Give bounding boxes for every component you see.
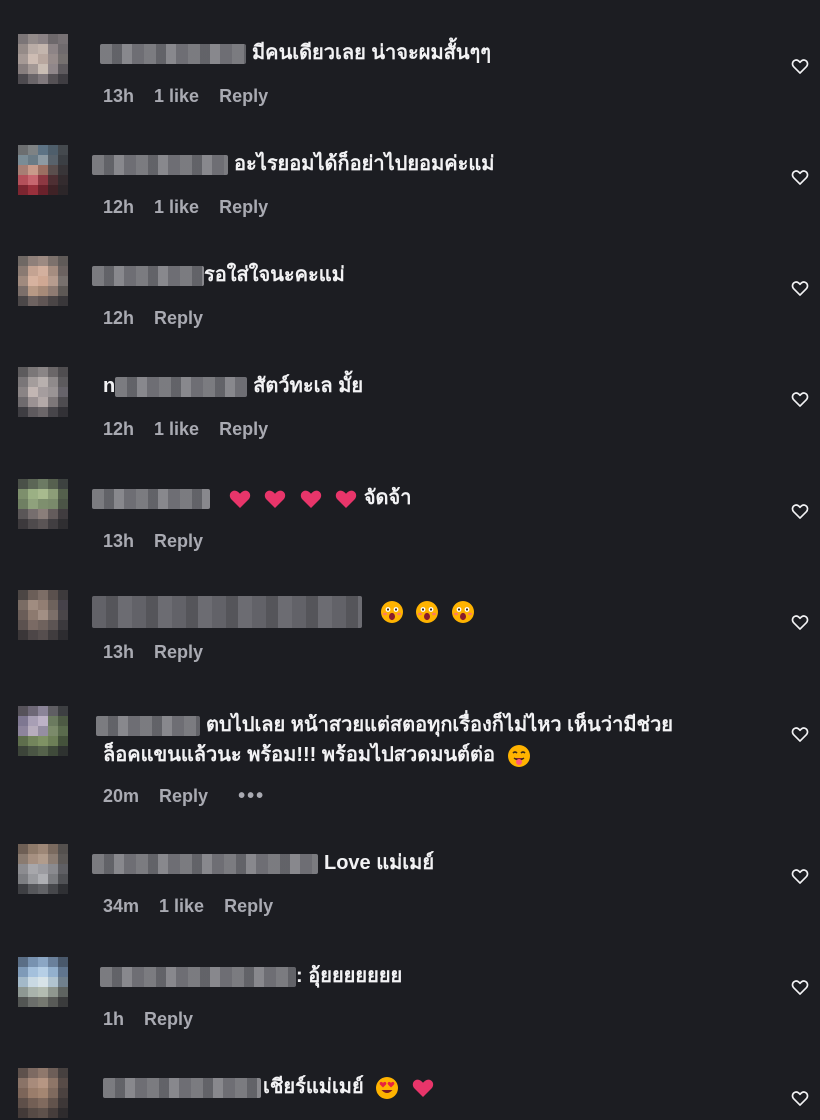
timestamp: 13h <box>103 86 135 106</box>
heart-eyes-emoji-icon <box>376 1076 399 1099</box>
timestamp: 13h <box>103 642 135 662</box>
timestamp: 12h <box>103 197 135 217</box>
reply-button[interactable]: Reply <box>219 197 268 218</box>
comment-meta: 13h 1 like Reply <box>103 86 268 107</box>
comment-meta: 12h 1 like Reply <box>103 197 268 218</box>
timestamp: 34m <box>103 896 140 916</box>
username-blurred[interactable] <box>92 853 318 874</box>
like-count[interactable]: 1 like <box>154 419 199 440</box>
heart-outline-icon[interactable] <box>790 866 810 886</box>
comment-meta: 12h Reply <box>103 308 203 329</box>
comment-text: รอใส่ใจนะคะแม่ <box>92 260 750 290</box>
comment-text: อะไรยอมได้ก็อย่าไปยอมค่ะแม่ <box>92 149 750 179</box>
username-blurred[interactable] <box>100 43 246 64</box>
comment-text: มีคนเดียวเลย น่าจะผมสั้นๆๆ <box>100 38 750 68</box>
avatar[interactable] <box>18 367 68 417</box>
astonished-face-emoji-icon <box>380 601 403 623</box>
like-count[interactable]: 1 like <box>159 896 204 917</box>
username-prefix[interactable]: n <box>103 375 115 397</box>
pink-heart-emoji-icon <box>300 490 321 508</box>
like-count[interactable]: 1 like <box>154 86 199 107</box>
comment-meta: 20m Reply ••• <box>103 785 265 808</box>
heart-outline-icon[interactable] <box>790 501 810 521</box>
pink-heart-emoji-icon <box>336 490 357 508</box>
comment-text-line-1: ตบไปเลย หน้าสวยแต่สตอทุกเรื่องก็ไม่ไหว เ… <box>96 710 750 740</box>
reply-button[interactable]: Reply <box>224 896 273 917</box>
comment-text <box>92 596 750 628</box>
heart-outline-icon[interactable] <box>790 724 810 744</box>
avatar[interactable] <box>18 479 68 529</box>
heart-outline-icon[interactable] <box>790 612 810 632</box>
like-count[interactable]: 1 like <box>154 197 199 218</box>
reply-button[interactable]: Reply <box>144 1009 193 1030</box>
pink-heart-emoji-icon <box>229 490 250 508</box>
tongue-face-emoji-icon <box>507 744 530 767</box>
comment-text: จัดจ้า <box>92 483 750 513</box>
astonished-face-emoji-icon <box>416 601 439 623</box>
avatar[interactable] <box>18 34 68 84</box>
comment-meta: 13h Reply <box>103 531 203 552</box>
username-blurred[interactable] <box>103 1077 261 1098</box>
avatar[interactable] <box>18 957 68 1007</box>
timestamp: 1h <box>103 1009 125 1029</box>
timestamp: 12h <box>103 419 135 439</box>
more-options-button[interactable]: ••• <box>238 785 265 808</box>
reply-button[interactable]: Reply <box>154 531 203 552</box>
comment-text-line-2: ล็อคแขนแล้วนะ พร้อม!!! พร้อมไปสวดมนต์ต่อ <box>103 740 750 770</box>
comment-meta: 34m 1 like Reply <box>103 896 273 917</box>
timestamp: 13h <box>103 531 135 551</box>
username-blurred[interactable] <box>92 154 228 175</box>
timestamp: 20m <box>103 786 140 806</box>
username-blurred[interactable] <box>100 966 296 987</box>
avatar[interactable] <box>18 1068 68 1118</box>
timestamp: 12h <box>103 308 135 328</box>
heart-outline-icon[interactable] <box>790 167 810 187</box>
reply-button[interactable]: Reply <box>159 786 208 807</box>
astonished-face-emoji-icon <box>451 601 474 623</box>
comment-text: : อุ้ยยยยยยย <box>100 961 750 991</box>
heart-outline-icon[interactable] <box>790 977 810 997</box>
avatar[interactable] <box>18 256 68 306</box>
reply-button[interactable]: Reply <box>219 419 268 440</box>
pink-heart-emoji-icon <box>412 1079 433 1097</box>
username-blurred[interactable] <box>92 596 362 628</box>
heart-outline-icon[interactable] <box>790 56 810 76</box>
heart-outline-icon[interactable] <box>790 1088 810 1108</box>
username-blurred[interactable] <box>92 488 210 509</box>
avatar[interactable] <box>18 706 68 756</box>
comment-text: เชียร์แม่เมย์ <box>103 1072 750 1102</box>
comment-text: Love แม่เมย์ <box>92 848 750 878</box>
username-blurred[interactable] <box>92 265 204 286</box>
heart-outline-icon[interactable] <box>790 389 810 409</box>
reply-button[interactable]: Reply <box>154 642 203 663</box>
reply-button[interactable]: Reply <box>219 86 268 107</box>
pink-heart-emoji-icon <box>264 490 286 508</box>
comment-meta: 12h 1 like Reply <box>103 419 268 440</box>
comment-meta: 1h Reply <box>103 1009 193 1030</box>
comment-text: n สัตว์ทะเล มั้ย <box>103 375 364 397</box>
heart-outline-icon[interactable] <box>790 278 810 298</box>
comment-meta: 13h Reply <box>103 642 203 663</box>
avatar[interactable] <box>18 844 68 894</box>
reply-button[interactable]: Reply <box>154 308 203 329</box>
avatar[interactable] <box>18 145 68 195</box>
username-blurred[interactable] <box>115 376 248 397</box>
username-blurred[interactable] <box>96 715 200 736</box>
avatar[interactable] <box>18 590 68 640</box>
